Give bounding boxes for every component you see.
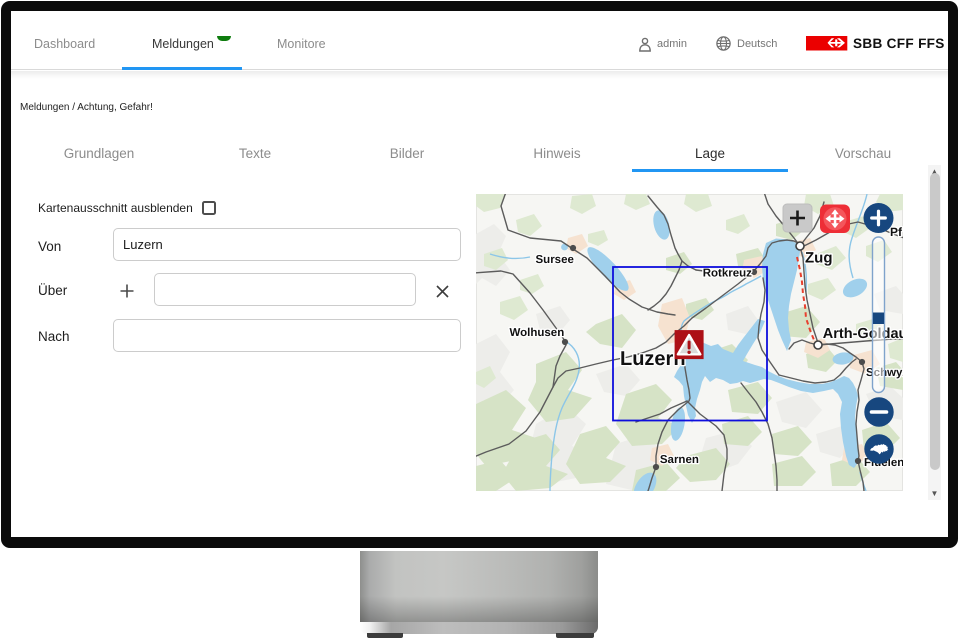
svg-text:Rotkreuz: Rotkreuz — [703, 268, 752, 280]
svg-text:Arth-Goldau: Arth-Goldau — [823, 326, 903, 342]
svg-text:Pf: Pf — [890, 225, 903, 239]
svg-text:Sarnen: Sarnen — [660, 454, 699, 466]
svg-text:Wolhusen: Wolhusen — [510, 327, 565, 339]
svg-text:Sursee: Sursee — [536, 254, 574, 266]
svg-text:Zug: Zug — [805, 250, 833, 267]
svg-text:SBB CFF FFS: SBB CFF FFS — [853, 36, 945, 51]
